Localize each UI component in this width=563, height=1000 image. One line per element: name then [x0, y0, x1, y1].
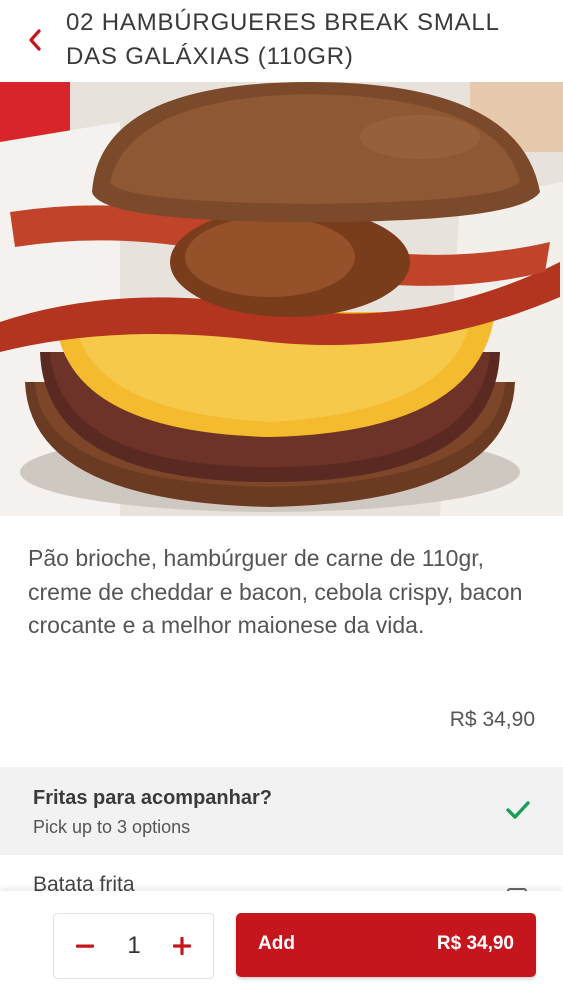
options-section-title: Fritas para acompanhar?: [33, 787, 272, 809]
options-section-header: Fritas para acompanhar? Pick up to 3 opt…: [0, 767, 563, 855]
title-line-1: 02 HAMBÚRGUERES BREAK SMALL: [66, 9, 500, 36]
footer-bar: 1 Add R$ 34,90: [0, 891, 563, 1000]
decrease-quantity-button[interactable]: [60, 914, 110, 978]
add-button-label: Add: [258, 933, 295, 954]
back-button[interactable]: [20, 22, 50, 58]
quantity-stepper: 1: [53, 913, 214, 979]
product-price: R$ 34,90: [449, 708, 535, 731]
plus-icon: [173, 937, 191, 955]
add-button-price: R$ 34,90: [436, 933, 514, 954]
checkmark-icon: [506, 801, 530, 819]
option-item-batata-frita[interactable]: Batata frita: [0, 855, 563, 895]
burger-illustration: [0, 82, 563, 516]
product-image: [0, 82, 563, 516]
chevron-left-icon: [29, 29, 41, 51]
add-to-cart-button[interactable]: Add R$ 34,90: [236, 913, 536, 977]
title-line-2: DAS GALÁXIAS (110GR): [66, 43, 354, 70]
header: 02 HAMBÚRGUERES BREAK SMALL DAS GALÁXIAS…: [0, 0, 563, 82]
increase-quantity-button[interactable]: [157, 914, 207, 978]
page-title: 02 HAMBÚRGUERES BREAK SMALL DAS GALÁXIAS…: [66, 6, 536, 74]
options-section-subtitle: Pick up to 3 options: [33, 817, 191, 837]
quantity-value: 1: [127, 932, 141, 959]
product-description: Pão brioche, hambúrguer de carne de 110g…: [28, 545, 523, 638]
minus-icon: [76, 944, 94, 948]
